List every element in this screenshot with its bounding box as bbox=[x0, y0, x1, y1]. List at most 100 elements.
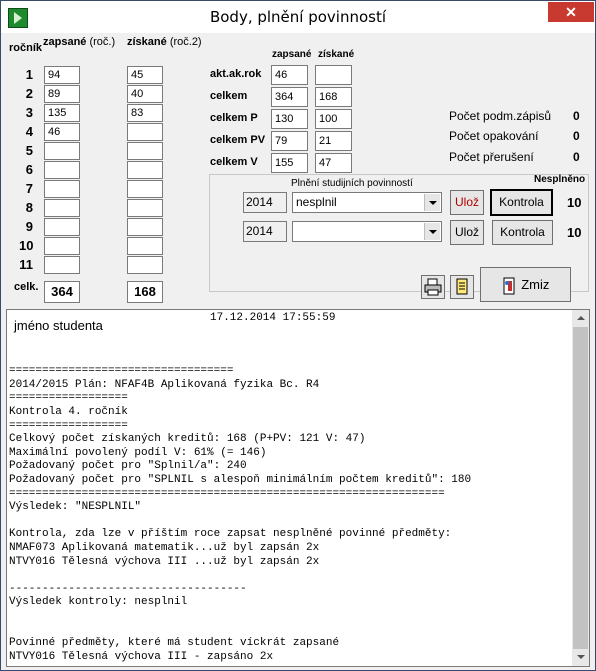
summary-label: celkem PV bbox=[210, 134, 266, 146]
stat-value: 0 bbox=[573, 129, 580, 143]
scroll-up-button[interactable] bbox=[572, 310, 589, 327]
ziskane-cell[interactable]: 40 bbox=[127, 85, 163, 103]
window: Body, plnění povinností ✕ ročník zapsané… bbox=[0, 0, 596, 671]
row-number: 2 bbox=[25, 86, 33, 101]
row-number: 1 bbox=[25, 67, 33, 82]
exit-door-icon bbox=[503, 277, 515, 295]
ziskane-cell[interactable] bbox=[127, 218, 163, 236]
report-line: NTVY016 Tělesná výchova III ...už byl za… bbox=[9, 555, 320, 568]
result-select-2[interactable] bbox=[292, 221, 442, 242]
year-box-1[interactable]: 2014 bbox=[243, 192, 287, 213]
close-button[interactable]: ✕ bbox=[548, 2, 594, 22]
nesplneno-value-1: 10 bbox=[567, 195, 582, 210]
scroll-thumb[interactable] bbox=[573, 327, 588, 649]
report-line bbox=[9, 623, 569, 637]
summary-zapsane: 155 bbox=[271, 153, 308, 173]
zapsane-cell[interactable]: 135 bbox=[44, 104, 80, 122]
mid-ziskane-header: získané bbox=[318, 49, 355, 60]
year-box-2[interactable]: 2014 bbox=[243, 221, 287, 242]
result-select-1[interactable]: nesplnil bbox=[292, 192, 442, 213]
ziskane-cell[interactable] bbox=[127, 180, 163, 198]
chevron-down-icon bbox=[424, 223, 440, 240]
report-line: Povinné předměty, které má student víckr… bbox=[9, 637, 340, 650]
summary-label: akt.ak.rok bbox=[210, 68, 262, 80]
ziskane-cell[interactable] bbox=[127, 142, 163, 160]
kontrola-button-2[interactable]: Kontrola bbox=[492, 220, 553, 245]
report-area[interactable]: jméno studenta 17.12.2014 17:55:59 =====… bbox=[6, 309, 590, 667]
row-number: 8 bbox=[25, 200, 33, 215]
row-number: 4 bbox=[25, 124, 33, 139]
kontrola-button-1[interactable]: Kontrola bbox=[490, 189, 553, 216]
report-line: ================================== bbox=[9, 365, 234, 378]
report-line: NMAF073 Aplikovaná matematik...už byl za… bbox=[9, 541, 320, 554]
zapsane-cell[interactable] bbox=[44, 256, 80, 274]
chevron-down-icon bbox=[424, 194, 440, 211]
save-button-1[interactable]: Ulož bbox=[450, 190, 484, 215]
report-line bbox=[9, 352, 569, 366]
ziskane-cell[interactable]: 83 bbox=[127, 104, 163, 122]
window-title: Body, plnění povinností bbox=[209, 8, 387, 26]
ziskane-cell[interactable] bbox=[127, 256, 163, 274]
report-line: Celkový počet získaných kreditů: 168 (P+… bbox=[9, 433, 366, 446]
rocnik-header: ročník bbox=[9, 42, 43, 54]
summary-zapsane: 130 bbox=[271, 109, 308, 129]
notepad-icon bbox=[456, 278, 468, 295]
row-number: 11 bbox=[19, 257, 33, 272]
ziskane-cell[interactable] bbox=[127, 123, 163, 141]
zapsane-cell[interactable]: 94 bbox=[44, 66, 80, 84]
zmiz-label: Zmiz bbox=[521, 277, 550, 292]
celk-zapsane: 364 bbox=[44, 281, 80, 303]
printer-icon bbox=[424, 278, 442, 296]
report-line: 2014/2015 Plán: NFAF4B Aplikovaná fyzika… bbox=[9, 378, 320, 391]
scrollbar[interactable] bbox=[572, 310, 589, 666]
report-datetime: 17.12.2014 17:55:59 bbox=[210, 312, 336, 324]
zapsane-cell[interactable] bbox=[44, 180, 80, 198]
report-line: ================== bbox=[9, 392, 128, 405]
zmiz-button[interactable]: Zmiz bbox=[480, 267, 571, 302]
client-area: ročník zapsané (roč.) získané (roč.2) 19… bbox=[1, 33, 595, 670]
title-bar: Body, plnění povinností ✕ bbox=[1, 1, 595, 33]
row-number: 7 bbox=[25, 181, 33, 196]
notes-button[interactable] bbox=[450, 275, 474, 299]
row-number: 6 bbox=[25, 162, 33, 177]
result-select-1-value: nesplnil bbox=[296, 195, 337, 209]
ziskane-cell[interactable] bbox=[127, 199, 163, 217]
ziskane-cell[interactable] bbox=[127, 237, 163, 255]
row-number: 9 bbox=[25, 219, 33, 234]
ziskane-cell[interactable]: 45 bbox=[127, 66, 163, 84]
row-number: 3 bbox=[25, 105, 33, 120]
print-button[interactable] bbox=[421, 275, 445, 299]
student-name: jméno studenta bbox=[14, 318, 103, 333]
report-line bbox=[9, 515, 569, 529]
celk-ziskane: 168 bbox=[127, 281, 163, 303]
report-line bbox=[9, 569, 569, 583]
zapsane-cell[interactable] bbox=[44, 237, 80, 255]
zapsane-header: zapsané (roč.) bbox=[43, 36, 116, 48]
scroll-down-button[interactable] bbox=[572, 649, 589, 666]
ziskane-cell[interactable] bbox=[127, 161, 163, 179]
summary-ziskane bbox=[315, 65, 352, 85]
report-line: Maximální povolený podíl V: 61% (= 146) bbox=[9, 446, 267, 459]
report-line: Kontrola 4. ročník bbox=[9, 405, 128, 418]
summary-label: celkem V bbox=[210, 156, 258, 168]
mid-zapsane-header: zapsané bbox=[272, 49, 312, 60]
row-number: 10 bbox=[19, 238, 34, 253]
save-button-2[interactable]: Ulož bbox=[450, 220, 484, 245]
stat-label: Počet podm.zápisů bbox=[449, 109, 552, 123]
report-line bbox=[9, 610, 569, 624]
zapsane-cell[interactable] bbox=[44, 218, 80, 236]
report-line: Výsledek kontroly: nesplnil bbox=[9, 596, 188, 609]
summary-label: celkem bbox=[210, 90, 248, 102]
stat-value: 0 bbox=[573, 109, 580, 123]
report-line: Požadovaný počet pro "Splnil/a": 240 bbox=[9, 460, 247, 473]
report-line: Kontrola, zda lze v příštím roce zapsat … bbox=[9, 528, 452, 541]
zapsane-cell[interactable]: 46 bbox=[44, 123, 80, 141]
zapsane-cell[interactable] bbox=[44, 199, 80, 217]
report-text: ================================== 2014/2… bbox=[9, 338, 569, 664]
zapsane-cell[interactable] bbox=[44, 161, 80, 179]
zapsane-cell[interactable] bbox=[44, 142, 80, 160]
report-line: ------------------------------------ bbox=[9, 582, 247, 595]
stat-label: Počet opakování bbox=[449, 129, 539, 143]
summary-ziskane: 21 bbox=[315, 131, 352, 151]
zapsane-cell[interactable]: 89 bbox=[44, 85, 80, 103]
